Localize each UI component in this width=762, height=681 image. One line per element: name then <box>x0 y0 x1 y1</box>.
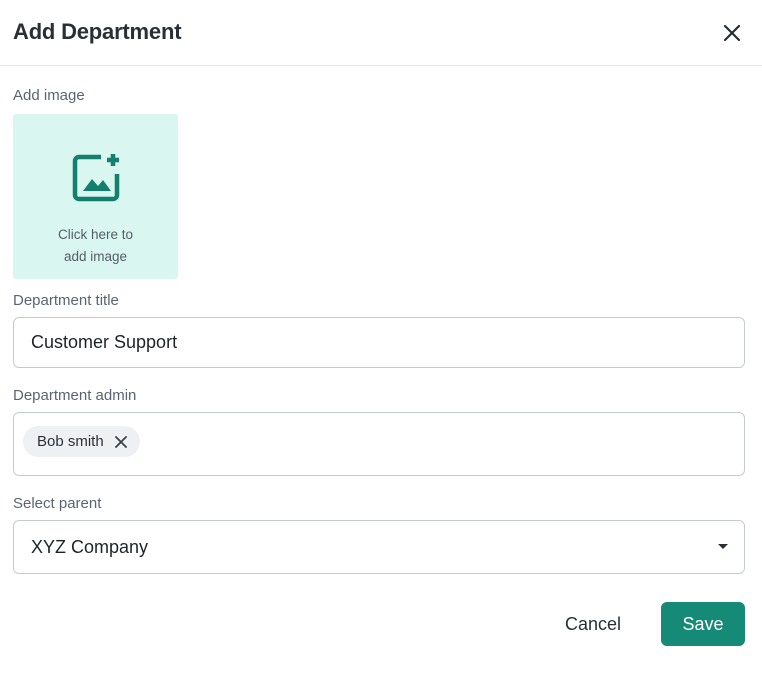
admin-chip: Bob smith <box>23 426 140 457</box>
close-icon <box>114 435 127 448</box>
save-button[interactable]: Save <box>661 602 745 646</box>
department-admin-label: Department admin <box>13 387 137 404</box>
select-parent-dropdown[interactable]: XYZ Company <box>13 520 745 574</box>
department-title-input[interactable]: Customer Support <box>13 317 745 368</box>
select-parent-value: XYZ Company <box>31 537 149 557</box>
add-image-label: Add image <box>13 87 85 104</box>
department-title-value: Customer Support <box>31 332 178 352</box>
admin-chip-label: Bob smith <box>37 433 104 450</box>
caret-down-icon <box>718 544 728 549</box>
department-admin-input[interactable]: Bob smith <box>13 412 745 476</box>
dialog-header: Add Department <box>0 0 762 66</box>
department-title-label: Department title <box>13 292 119 309</box>
dialog-title: Add Department <box>13 19 182 44</box>
image-upload-area[interactable]: Click here to add image <box>13 114 178 279</box>
add-image-icon <box>72 154 120 202</box>
cancel-button[interactable]: Cancel <box>548 602 638 646</box>
image-upload-hint: Click here to add image <box>13 224 178 268</box>
image-upload-hint-line1: Click here to <box>57 227 134 242</box>
close-button[interactable] <box>718 19 746 47</box>
add-department-dialog: Add Department Add image Click here to a… <box>0 0 762 681</box>
select-parent-label: Select parent <box>13 495 102 512</box>
admin-chip-remove-button[interactable] <box>114 435 128 449</box>
image-upload-hint-line2: add image <box>63 249 128 264</box>
close-icon <box>723 24 741 42</box>
